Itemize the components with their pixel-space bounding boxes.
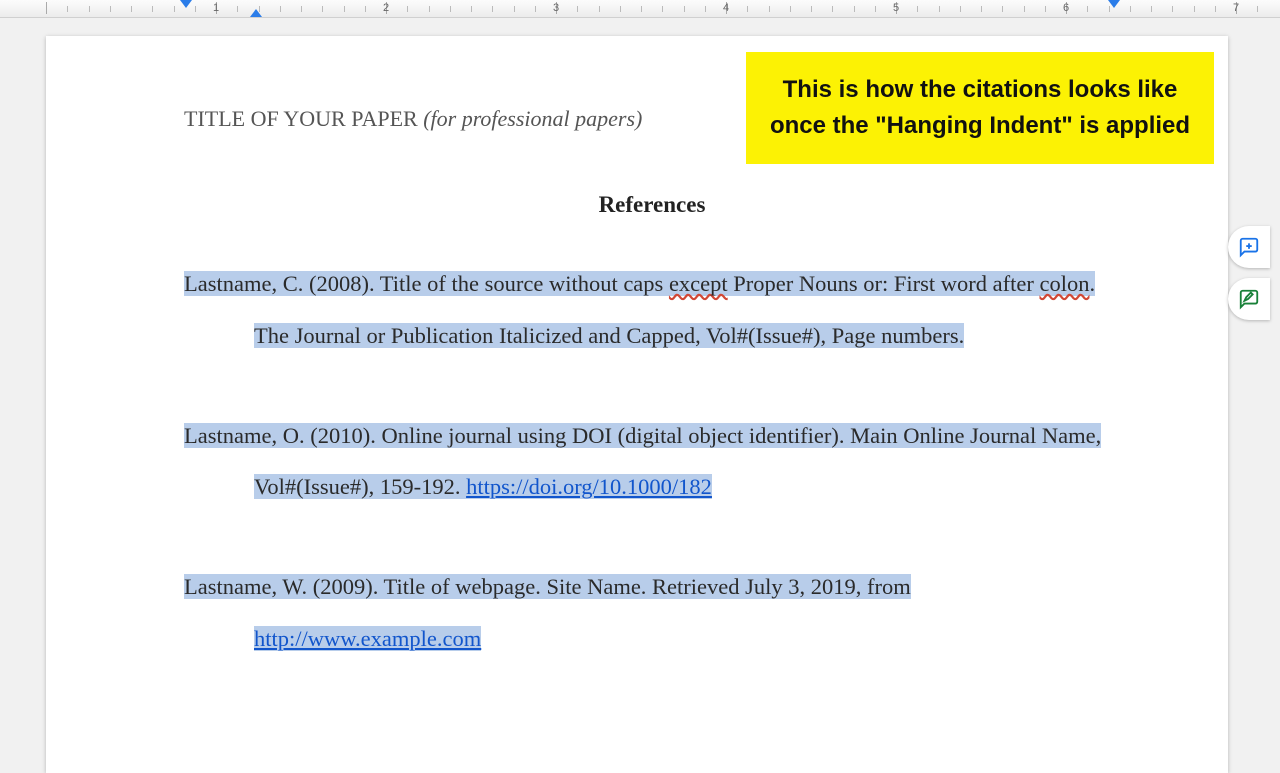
ruler-tick [174,6,175,12]
ruler-tick [875,6,876,12]
ruler-tick [46,2,47,14]
ruler-tick [1045,6,1046,12]
ruler-tick [747,6,748,12]
ruler-tick [1087,6,1088,12]
ruler-tick [110,6,111,12]
citation-text: Lastname, W. (2009). Title of webpage. S… [184,574,911,599]
add-comment-button[interactable] [1228,226,1270,268]
citation-2[interactable]: Lastname, O. (2010). Online journal usin… [184,410,1120,514]
spelling-error: colon [1039,271,1089,296]
ruler-tick [344,6,345,12]
ruler-number: 1 [213,2,219,14]
ruler-number: 4 [723,2,729,14]
first-line-indent-marker[interactable] [180,0,192,8]
ruler-number: 5 [893,2,899,14]
ruler-tick [1151,6,1152,12]
ruler-tick [322,6,323,12]
citation-link[interactable]: http://www.example.com [254,626,481,651]
running-head-note: (for professional papers) [423,106,642,131]
ruler-tick [131,6,132,12]
ruler-tick [365,6,366,12]
right-margin-marker[interactable] [1108,0,1120,8]
ruler-tick [684,6,685,12]
ruler-tick [960,6,961,12]
spelling-error: except [669,271,728,296]
suggest-edit-button[interactable] [1228,278,1270,320]
ruler-tick [1172,6,1173,12]
ruler-tick [1215,6,1216,12]
ruler-tick [769,6,770,12]
citation-link[interactable]: https://doi.org/10.1000/182 [466,474,712,499]
ruler-tick [450,6,451,12]
ruler-tick [1002,6,1003,12]
left-indent-marker[interactable] [250,9,262,17]
ruler-tick [67,6,68,12]
ruler-tick [1130,6,1131,12]
ruler-tick [620,6,621,12]
ruler-tick [939,6,940,12]
ruler-tick [811,6,812,12]
ruler-tick [832,6,833,12]
ruler-tick [492,6,493,12]
ruler-tick [407,6,408,12]
ruler-number: 2 [383,2,389,14]
ruler-tick [641,6,642,12]
citation-text: Proper Nouns or: First word after [728,271,1040,296]
ruler-tick [429,6,430,12]
side-action-buttons [1228,226,1274,330]
citation-text: Lastname, C. (2008). Title of the source… [184,271,669,296]
ruler-tick [195,6,196,12]
ruler-number: 3 [553,2,559,14]
ruler-tick [514,6,515,12]
ruler-tick [1024,6,1025,12]
ruler-tick [662,6,663,12]
add-comment-icon [1238,236,1260,258]
ruler-tick [599,6,600,12]
ruler-tick [917,6,918,12]
ruler-tick [577,6,578,12]
ruler-tick [237,6,238,12]
ruler-tick [705,6,706,12]
citation-1[interactable]: Lastname, C. (2008). Title of the source… [184,258,1120,362]
annotation-callout: This is how the citations looks like onc… [746,52,1214,164]
references-heading[interactable]: References [184,192,1120,218]
ruler-tick [790,6,791,12]
suggest-edit-icon [1238,288,1260,310]
ruler-tick [301,6,302,12]
ruler-tick [1194,6,1195,12]
ruler-tick [981,6,982,12]
running-head-title: TITLE OF YOUR PAPER [184,106,423,131]
citation-3[interactable]: Lastname, W. (2009). Title of webpage. S… [184,561,1120,665]
horizontal-ruler[interactable]: 1 2 3 4 5 6 7 [0,0,1280,18]
ruler-tick [152,6,153,12]
ruler-tick [471,6,472,12]
ruler-tick [535,6,536,12]
ruler-number: 7 [1233,2,1239,14]
ruler-tick [1257,6,1258,12]
ruler-tick [280,6,281,12]
ruler-tick [854,6,855,12]
ruler-tick [89,6,90,12]
ruler-number: 6 [1063,2,1069,14]
